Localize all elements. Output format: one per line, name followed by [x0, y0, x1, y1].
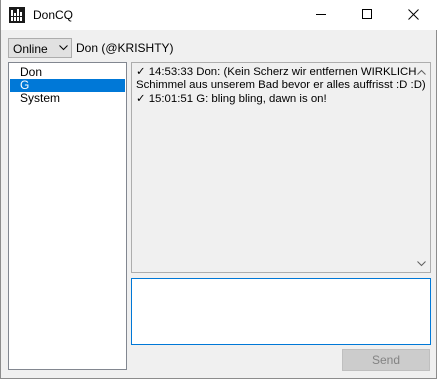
contact-list[interactable]: Don G System	[8, 62, 127, 370]
status-dropdown[interactable]: Online	[8, 38, 72, 58]
minimize-icon	[316, 14, 326, 15]
minimize-button[interactable]	[299, 0, 345, 30]
app-window: DonCQ Online Don (@KRISHTY) Don G System…	[0, 0, 437, 379]
maximize-icon	[362, 9, 372, 19]
contact-name: G	[20, 78, 30, 92]
chat-scrollbar[interactable]	[413, 63, 430, 272]
status-value: Online	[13, 42, 48, 56]
chevron-down-icon	[59, 45, 68, 51]
contact-name: System	[20, 91, 61, 105]
window-title: DonCQ	[33, 8, 74, 22]
message-line: ✓ 14:53:33 Don: (Kein Scherz wir entfern…	[136, 66, 417, 78]
chat-message: ✓ 15:01:51 G: bling bling, dawn is on!	[136, 93, 414, 106]
contact-item-system[interactable]: System	[10, 92, 125, 105]
chevron-down-icon[interactable]	[417, 261, 426, 267]
chat-message: ✓ 14:53:33 Don: (Kein Scherz wir entfern…	[136, 66, 426, 92]
close-icon	[408, 9, 419, 20]
chevron-up-icon[interactable]	[417, 69, 426, 75]
contact-name: Don	[20, 65, 43, 79]
chat-log[interactable]: ✓ 14:53:33 Don: (Kein Scherz wir entfern…	[131, 62, 431, 273]
message-input[interactable]	[131, 278, 431, 345]
current-user-label: Don (@KRISHTY)	[76, 41, 174, 55]
send-button[interactable]: Send	[342, 349, 430, 371]
message-line: ✓ 15:01:51 G: bling bling, dawn is on!	[136, 93, 327, 105]
maximize-button[interactable]	[345, 0, 391, 30]
title-bar[interactable]: DonCQ	[1, 0, 437, 30]
message-line: Schimmel aus unserem Bad bevor er alles …	[136, 79, 426, 91]
doncq-app-icon	[9, 7, 25, 23]
close-button[interactable]	[391, 0, 437, 30]
